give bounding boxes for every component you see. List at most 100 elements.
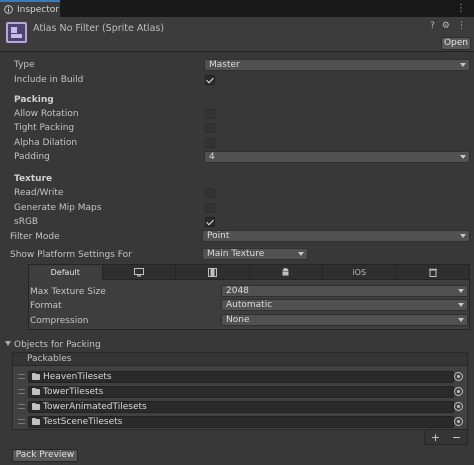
folder-icon: [32, 372, 40, 380]
packables-header: Packables: [12, 352, 468, 366]
objects-for-packing-foldout[interactable]: Objects for Packing: [5, 340, 101, 350]
chevron-down-icon: [458, 303, 464, 307]
padding-value: 4: [209, 152, 215, 162]
list-item[interactable]: TowerTilesets: [13, 385, 467, 399]
tab-other[interactable]: [396, 264, 470, 280]
allow-rotation-label: Allow Rotation: [14, 109, 79, 119]
alpha-dilation-checkbox[interactable]: [205, 138, 215, 148]
folder-icon: [32, 402, 40, 410]
max-texture-size-label: Max Texture Size: [30, 287, 106, 297]
object-field[interactable]: TestSceneTilesets: [28, 416, 454, 428]
info-icon: [4, 5, 13, 14]
filter-mode-value: Point: [207, 231, 230, 241]
allow-rotation-checkbox[interactable]: [205, 109, 215, 119]
drag-handle-icon[interactable]: [18, 389, 25, 394]
chevron-down-icon: [460, 63, 466, 67]
mipmaps-checkbox[interactable]: [205, 203, 215, 213]
object-name: TestSceneTilesets: [43, 417, 123, 427]
kebab-menu-icon[interactable]: ⋮: [456, 3, 466, 14]
chevron-down-icon: [298, 252, 304, 256]
texture-heading: Texture: [14, 174, 53, 184]
folder-icon: [32, 387, 40, 395]
tab-webgl[interactable]: [176, 264, 250, 280]
filter-mode-dropdown[interactable]: Point: [202, 230, 470, 242]
packing-heading: Packing: [14, 95, 54, 105]
chevron-down-icon: [460, 234, 466, 238]
alpha-dilation-label: Alpha Dilation: [14, 138, 78, 148]
list-footer: + −: [424, 430, 468, 445]
tab-ios-label: iOS: [352, 267, 367, 277]
list-item[interactable]: TowerAnimatedTilesets: [13, 400, 467, 414]
header-icons: ? ⚙ ⋮: [430, 21, 466, 31]
object-picker-icon[interactable]: [454, 417, 463, 426]
android-icon: [282, 268, 289, 276]
platform-settings-dropdown[interactable]: Main Texture: [202, 248, 308, 260]
inspector-header: Atlas No Filter (Sprite Atlas) ? ⚙ ⋮ Ope…: [0, 17, 474, 52]
include-label: Include in Build: [14, 75, 84, 85]
object-field[interactable]: HeavenTilesets: [28, 371, 454, 383]
remove-item-button[interactable]: −: [452, 431, 461, 444]
objects-for-packing-label: Objects for Packing: [14, 340, 101, 350]
help-icon[interactable]: ?: [430, 21, 435, 31]
compression-dropdown[interactable]: None: [221, 314, 468, 326]
trash-icon: [428, 268, 437, 277]
format-label: Format: [30, 301, 62, 311]
drag-handle-icon[interactable]: [18, 419, 25, 424]
tab-android[interactable]: [249, 264, 323, 280]
compression-value: None: [226, 315, 250, 325]
srgb-checkbox[interactable]: [205, 217, 215, 227]
padding-dropdown[interactable]: 4: [204, 151, 470, 163]
type-value: Master: [209, 60, 240, 70]
film-icon: [207, 267, 217, 277]
tight-packing-checkbox[interactable]: [205, 123, 215, 133]
readwrite-checkbox[interactable]: [205, 188, 215, 198]
foldout-arrow-icon: [5, 341, 11, 346]
object-picker-icon[interactable]: [454, 372, 463, 381]
readwrite-label: Read/Write: [14, 188, 64, 198]
chevron-down-icon: [460, 155, 466, 159]
tab-inspector[interactable]: Inspector: [0, 0, 60, 17]
compression-label: Compression: [30, 316, 89, 326]
object-name: HeavenTilesets: [43, 372, 112, 382]
platform-settings-value: Main Texture: [207, 249, 265, 259]
max-texture-size-dropdown[interactable]: 2048: [221, 285, 468, 297]
tab-ios[interactable]: iOS: [323, 264, 397, 280]
settings-icon[interactable]: ⚙: [442, 21, 450, 31]
monitor-icon: [133, 267, 144, 276]
include-checkbox[interactable]: [205, 75, 215, 85]
object-name: TowerAnimatedTilesets: [43, 402, 147, 412]
tab-default[interactable]: Default: [28, 264, 103, 280]
sprite-atlas-icon: [6, 22, 27, 43]
open-button[interactable]: Open: [441, 37, 471, 50]
packables-label: Packables: [27, 354, 72, 364]
object-name: TowerTilesets: [43, 387, 104, 397]
more-icon[interactable]: ⋮: [457, 21, 466, 31]
tight-packing-label: Tight Packing: [14, 123, 75, 133]
packables-list: HeavenTilesets TowerTilesets TowerAnimat…: [12, 366, 468, 430]
object-field[interactable]: TowerAnimatedTilesets: [28, 401, 454, 413]
tab-standalone[interactable]: [102, 264, 176, 280]
object-picker-icon[interactable]: [454, 387, 463, 396]
drag-handle-icon[interactable]: [18, 404, 25, 409]
srgb-label: sRGB: [14, 217, 39, 227]
asset-title: Atlas No Filter (Sprite Atlas): [33, 23, 165, 34]
platform-settings-label: Show Platform Settings For: [10, 250, 132, 260]
tab-default-label: Default: [50, 267, 80, 277]
object-picker-icon[interactable]: [454, 402, 463, 411]
tab-bar: Inspector ⋮: [0, 0, 474, 17]
list-item[interactable]: HeavenTilesets: [13, 370, 467, 384]
pack-preview-button[interactable]: Pack Preview: [12, 449, 78, 462]
format-dropdown[interactable]: Automatic: [221, 299, 468, 311]
add-item-button[interactable]: +: [431, 431, 440, 444]
list-item[interactable]: TestSceneTilesets: [13, 415, 467, 429]
tab-inspector-label: Inspector: [17, 4, 59, 15]
chevron-down-icon: [458, 289, 464, 293]
type-label: Type: [14, 60, 35, 70]
type-dropdown[interactable]: Master: [204, 59, 470, 71]
object-field[interactable]: TowerTilesets: [28, 386, 454, 398]
folder-icon: [32, 417, 40, 425]
padding-label: Padding: [14, 152, 50, 162]
drag-handle-icon[interactable]: [18, 374, 25, 379]
chevron-down-icon: [458, 318, 464, 322]
mipmaps-label: Generate Mip Maps: [14, 203, 102, 213]
